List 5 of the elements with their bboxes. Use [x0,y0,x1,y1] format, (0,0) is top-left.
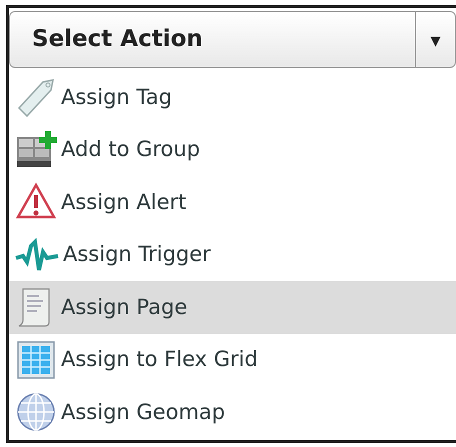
select-action-dropdown[interactable]: Select Action ▾ [9,11,456,68]
globe-icon [15,391,57,434]
menu-item[interactable]: Assign Page [9,281,456,334]
tag-icon [15,76,57,118]
grid-icon [15,338,57,381]
